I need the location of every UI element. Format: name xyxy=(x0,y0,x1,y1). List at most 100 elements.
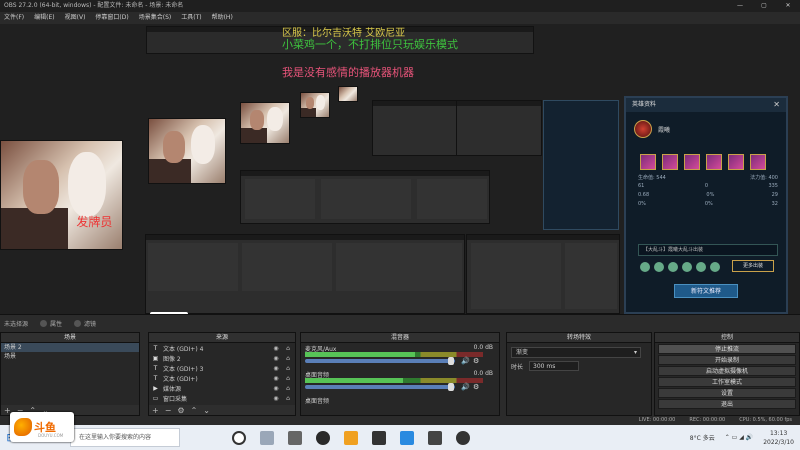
gear-icon[interactable]: ⚙ xyxy=(473,357,479,365)
source-row[interactable]: ▣ 图像 2 ◉ ⌂ xyxy=(149,353,295,363)
clock[interactable]: 13:13 2022/3/10 xyxy=(763,429,794,447)
folder-icon[interactable] xyxy=(344,430,358,445)
new-rune-button[interactable]: 新符文推荐 xyxy=(674,284,738,298)
menu-file[interactable]: 文件(F) xyxy=(4,12,24,24)
menu-scene-collection[interactable]: 场景集合(S) xyxy=(139,12,172,24)
lock-icon[interactable]: ⌂ xyxy=(284,355,292,362)
scenes-dock: 场景 场景 2 场景 + − ⌃ ⌄ xyxy=(0,332,140,416)
source-row[interactable]: ▶ 媒体源 ◉ ⌂ xyxy=(149,383,295,393)
source-row[interactable]: T 文本 (GDI+) 4 ◉ ⌂ xyxy=(149,343,295,353)
scene-item[interactable]: 场景 xyxy=(1,352,139,361)
studio-mode-button[interactable]: 工作室模式 xyxy=(658,377,796,387)
duration-label: 时长 xyxy=(511,363,524,371)
game-panel-small xyxy=(543,100,619,230)
text-icon: T xyxy=(153,364,158,372)
close-icon[interactable]: ✕ xyxy=(773,98,780,112)
menu-view[interactable]: 视图(V) xyxy=(65,12,86,24)
menu-docks[interactable]: 停靠窗口(D) xyxy=(95,12,128,24)
app-icon-3[interactable] xyxy=(456,430,470,445)
build-select[interactable]: 【大乱斗】霞曦大乱斗出装 xyxy=(638,244,778,256)
source-row[interactable]: ▭ 窗口采集 ◉ ⌂ xyxy=(149,393,295,403)
minimize-button[interactable]: — xyxy=(728,0,752,12)
eye-icon[interactable]: ◉ xyxy=(272,385,280,392)
stop-streaming-button[interactable]: 停止推流 xyxy=(658,344,796,354)
speaker-icon[interactable]: 🔊 xyxy=(461,357,470,365)
eye-icon[interactable]: ◉ xyxy=(272,395,280,402)
properties-button[interactable]: 属性 xyxy=(40,319,62,328)
app-icon-2[interactable] xyxy=(428,430,442,445)
eye-icon[interactable]: ◉ xyxy=(272,365,280,372)
edge-icon[interactable] xyxy=(400,430,414,445)
duration-input[interactable]: 300 ms xyxy=(529,361,580,371)
no-source-label: 未选择源 xyxy=(4,321,29,328)
nested-obs-panel xyxy=(466,234,620,314)
virtual-camera-button[interactable]: 启动虚拟摄像机 xyxy=(658,366,796,376)
taskbar-search-input[interactable]: 在这里输入你要搜索的内容 xyxy=(70,428,180,447)
rec-timer: REC: 00:00:00 xyxy=(689,417,726,423)
menu-help[interactable]: 帮助(H) xyxy=(212,12,233,24)
text-icon: T xyxy=(153,344,158,352)
menu-edit[interactable]: 编辑(E) xyxy=(34,12,54,24)
up-icon[interactable]: ⌃ xyxy=(191,406,198,415)
photo-tiny xyxy=(300,92,330,118)
explorer-icon[interactable] xyxy=(288,430,302,445)
scene-item[interactable]: 场景 2 xyxy=(1,343,139,352)
task-view-icon[interactable] xyxy=(260,430,274,445)
lock-icon[interactable]: ⌂ xyxy=(284,365,292,372)
item-icon xyxy=(662,154,678,170)
cortana-icon[interactable] xyxy=(232,430,246,445)
down-icon[interactable]: ⌄ xyxy=(203,406,210,415)
lock-icon[interactable]: ⌂ xyxy=(284,395,292,402)
tray-icons[interactable]: ⌃ ▭ ◢ 🔊 xyxy=(725,434,754,441)
settings-button[interactable]: 设置 xyxy=(658,388,796,398)
system-tray: 8°C 多云 ⌃ ▭ ◢ 🔊 13:13 2022/3/10 xyxy=(690,425,794,450)
douyu-logo: 斗鱼 DOUYU.COM xyxy=(10,412,74,442)
window-icon: ▭ xyxy=(152,394,159,402)
gear-icon[interactable]: ⚙ xyxy=(177,406,184,415)
sources-footer: + − ⚙ ⌃ ⌄ xyxy=(149,405,295,415)
exit-button[interactable]: 退出 xyxy=(658,399,796,409)
lock-icon[interactable]: ⌂ xyxy=(284,385,292,392)
sources-dock: 来源 T 文本 (GDI+) 4 ◉ ⌂ ▣ 图像 2 ◉ ⌂ T 文本 (GDI+) 3 ◉ ⌂… xyxy=(148,332,296,416)
taskbar: ⊞ 在这里输入你要搜索的内容 8°C 多云 ⌃ ▭ ◢ 🔊 13:13 2022… xyxy=(0,425,800,450)
speaker-icon[interactable]: 🔊 xyxy=(461,383,470,391)
add-icon[interactable]: + xyxy=(152,406,159,415)
more-builds-button[interactable]: 更多出装 xyxy=(732,260,774,272)
hero-card-header: 英雄资料 ✕ xyxy=(626,98,786,112)
volume-slider[interactable] xyxy=(305,383,455,391)
eye-icon[interactable]: ◉ xyxy=(272,345,280,352)
lock-icon[interactable]: ⌂ xyxy=(284,375,292,382)
overlay-note-text: 我是没有感情的播放器机器 xyxy=(282,66,414,79)
eye-icon[interactable]: ◉ xyxy=(272,355,280,362)
overlay-mode-text: 小菜鸡一个，不打排位只玩娱乐模式 xyxy=(282,38,458,51)
mixer-channel: 桌面音频 0.0 dB 🔊 ⚙ xyxy=(305,370,493,391)
gear-icon xyxy=(40,320,48,327)
source-row[interactable]: T 文本 (GDI+) 3 ◉ ⌂ xyxy=(149,363,295,373)
app-icon[interactable] xyxy=(372,430,386,445)
maximize-button[interactable]: ▢ xyxy=(752,0,776,12)
hero-items xyxy=(640,154,766,170)
volume-slider[interactable] xyxy=(305,357,455,365)
gear-icon[interactable]: ⚙ xyxy=(473,383,479,391)
media-icon: ▶ xyxy=(153,384,158,392)
lock-icon[interactable]: ⌂ xyxy=(284,345,292,352)
start-recording-button[interactable]: 开始录制 xyxy=(658,355,796,365)
remove-icon[interactable]: − xyxy=(165,406,172,415)
rune-icon xyxy=(682,262,692,272)
fish-icon xyxy=(14,418,32,436)
transition-select[interactable]: 渐变 xyxy=(511,347,641,358)
nested-obs-window-3 xyxy=(145,234,465,314)
text-icon: T xyxy=(153,374,158,382)
mixer-title: 混音器 xyxy=(301,333,499,343)
preview-canvas[interactable]: 发牌员 区服：比尔吉沃特 艾欧尼亚 小菜鸡一个，不打排位只玩娱乐模式 我是没有感… xyxy=(0,24,800,314)
source-row[interactable]: T 文本 (GDI+) ◉ ⌂ xyxy=(149,373,295,383)
eye-icon[interactable]: ◉ xyxy=(272,375,280,382)
weather-text[interactable]: 8°C 多云 xyxy=(690,433,715,442)
transitions-title: 转场特效 xyxy=(507,333,651,343)
status-bar: LIVE: 00:00:00 REC: 00:00:00 CPU: 0.5%, … xyxy=(0,416,800,425)
obs-icon[interactable] xyxy=(316,430,330,445)
filters-button[interactable]: 滤镜 xyxy=(74,319,96,328)
hero-name: 霞曦 xyxy=(634,120,670,138)
close-button[interactable]: ✕ xyxy=(776,0,800,12)
menu-tools[interactable]: 工具(T) xyxy=(181,12,201,24)
